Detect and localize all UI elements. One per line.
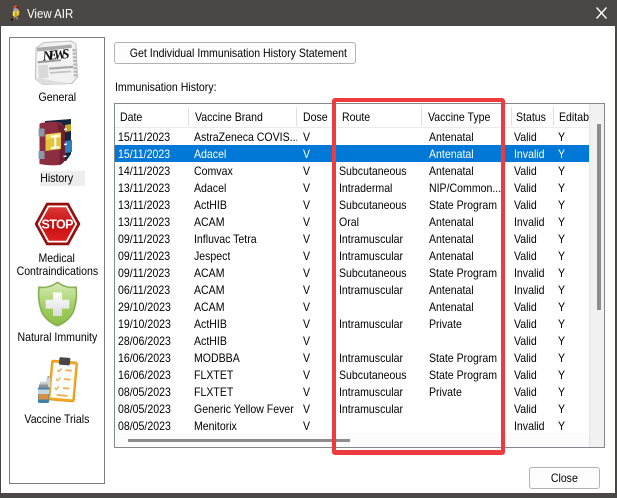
svg-text:STOP: STOP [42,218,74,232]
